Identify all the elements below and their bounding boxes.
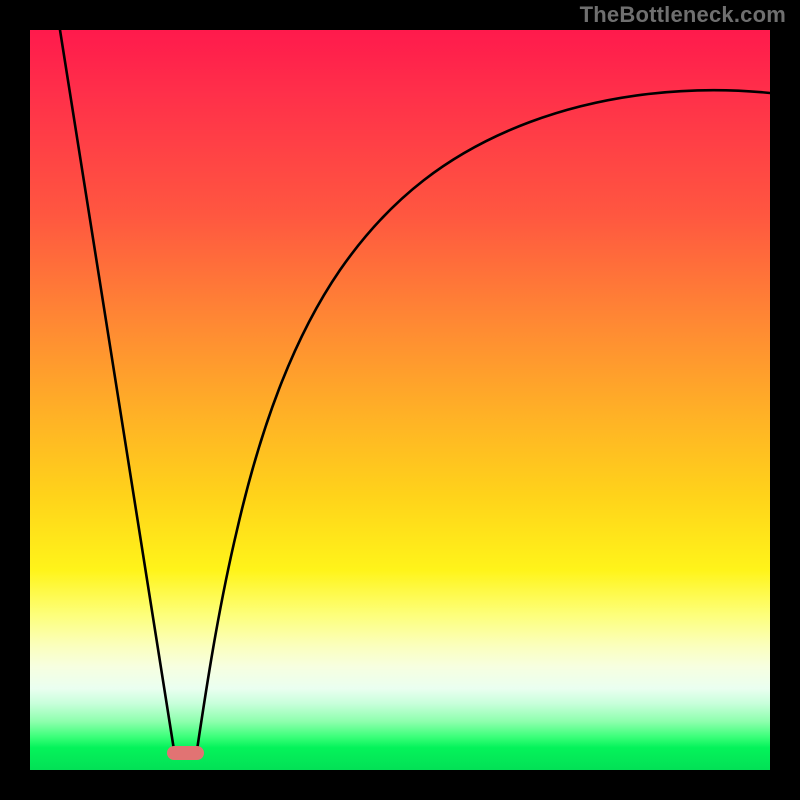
plot-area [30,30,770,770]
min-marker [167,746,204,760]
chart-frame: TheBottleneck.com [0,0,800,800]
curve-layer [30,30,770,770]
right-branch-line [197,90,770,750]
watermark-text: TheBottleneck.com [580,2,786,28]
left-branch-line [60,30,174,750]
